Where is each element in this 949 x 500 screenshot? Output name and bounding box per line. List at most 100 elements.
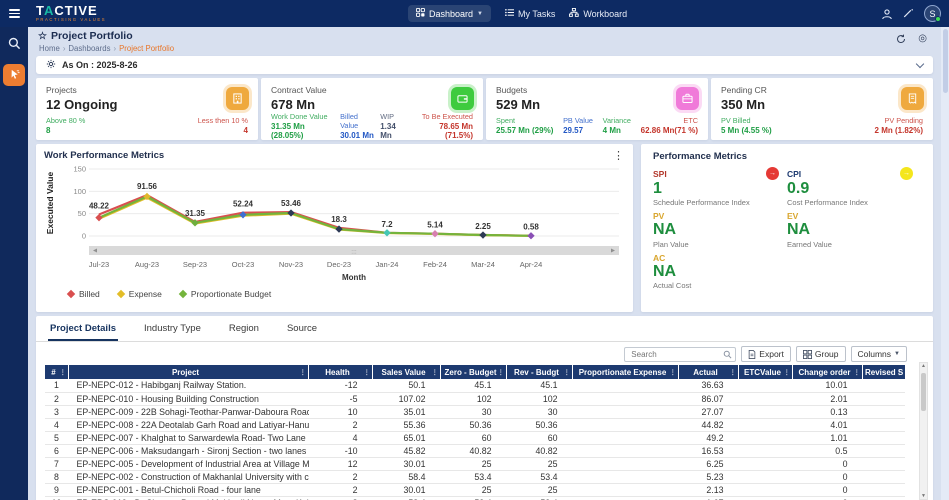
kpi-title: Projects (46, 85, 77, 95)
edit-icon[interactable] (903, 8, 914, 19)
search-icon[interactable] (723, 350, 732, 359)
kpi-row: Projects 12 Ongoing Above 80 % 8 Less then… (36, 78, 933, 140)
briefcase-icon (676, 87, 699, 110)
tab-industry-type[interactable]: Industry Type (142, 320, 203, 341)
svg-text:0: 0 (82, 232, 86, 241)
table-cell: 2 (44, 392, 69, 406)
avatar[interactable]: S (924, 5, 941, 22)
kpi-stat: Spent 25.57 Mn (29%) (496, 116, 554, 135)
table-row[interactable]: 6 EP-NEPC-006 - Maksudangarh - Sironj Sec… (44, 444, 905, 458)
column-header[interactable]: ETCValue ⋮ (738, 365, 793, 379)
nav-workboard[interactable]: Workboard (569, 7, 627, 19)
table-cell: 2 (308, 483, 373, 497)
table-row[interactable]: 10EP-EPC-019 - Dr Shyama Prasad Mukharji… (44, 496, 905, 500)
table-cell (572, 483, 679, 497)
table-row[interactable]: 5 EP-NEPC-007 - Khalghat to Sarwardewla R… (44, 431, 905, 445)
user-settings-icon[interactable] (881, 8, 893, 20)
menu-icon[interactable] (0, 0, 28, 27)
refresh-icon[interactable] (896, 34, 906, 46)
column-menu-icon[interactable]: ⋮ (432, 368, 439, 376)
column-header[interactable]: Rev - Budgt ⋮ (506, 365, 573, 379)
column-menu-icon[interactable]: ⋮ (896, 368, 903, 376)
table-scrollbar[interactable]: ▲ ▼ (919, 362, 928, 500)
kebab-menu-icon[interactable]: ⋮ (613, 149, 624, 162)
columns-button[interactable]: Columns ▼ (850, 346, 907, 362)
page-scrollbar[interactable] (941, 27, 949, 500)
search-input[interactable] (624, 346, 737, 362)
kpi-title: Budgets (496, 85, 528, 95)
table-row[interactable]: 2 EP-NEPC-010 - Housing Building Construc… (44, 392, 905, 406)
column-header[interactable]: Health ⋮ (308, 365, 373, 379)
crumb-dashboards[interactable]: Dashboards (68, 44, 110, 53)
legend-billed[interactable]: Billed (66, 289, 100, 299)
column-header[interactable]: Proportionate Expense ⋮ (572, 365, 679, 379)
column-menu-icon[interactable]: ⋮ (60, 368, 67, 376)
table-row[interactable]: 8 EP-NEPC-002 - Construction of Makhanlal… (44, 470, 905, 484)
table-cell (862, 444, 905, 458)
tab-region[interactable]: Region (227, 320, 261, 341)
kpi-value: 350 Mn (721, 97, 766, 112)
table-cell: EP-NEPC-012 - Habibganj Railway Station. (68, 379, 309, 393)
table-cell (738, 444, 793, 458)
svg-text:100: 100 (73, 187, 86, 196)
kpi-title: Contract Value (271, 85, 327, 95)
column-menu-icon[interactable]: ⋮ (364, 368, 371, 376)
page-scrollbar-thumb[interactable] (942, 29, 948, 93)
table-cell: 40.82 (506, 444, 573, 458)
column-menu-icon[interactable]: ⋮ (854, 368, 861, 376)
table-row[interactable]: 4 EP-NEPC-008 - 22A Deotalab Garh Road an… (44, 418, 905, 432)
table-cell (738, 379, 793, 393)
wallet-icon (451, 87, 474, 110)
column-header[interactable]: Zero - Budget ⋮ (440, 365, 507, 379)
quick-action-button[interactable] (3, 64, 25, 86)
kpi-stat: Work Done Value 31.35 Mn (28.05%) (271, 112, 328, 140)
tab-source[interactable]: Source (285, 320, 319, 341)
column-header[interactable]: # ⋮ (44, 365, 69, 379)
tab-project-details[interactable]: Project Details (48, 320, 118, 341)
as-on-filter-bar[interactable]: As On : 2025-8-26 (36, 56, 933, 74)
column-menu-icon[interactable]: ⋮ (564, 368, 571, 376)
search-icon[interactable] (8, 37, 21, 52)
favorite-star-icon[interactable]: ☆ (38, 31, 47, 42)
scroll-down-icon[interactable]: ▼ (921, 493, 926, 499)
table-row[interactable]: 3 EP-NEPC-009 - 22B Sohagi-Teothar-Panwar… (44, 405, 905, 419)
brand-logo[interactable]: TACTIVE PRACTISING VALUES (36, 4, 106, 22)
scroll-up-icon[interactable]: ▲ (921, 363, 926, 369)
column-header[interactable]: Revised S ⋮ (862, 365, 905, 379)
table-cell: 36.63 (678, 379, 739, 393)
nav-my-tasks[interactable]: My Tasks (505, 8, 555, 19)
scrollbar-thumb[interactable] (921, 373, 926, 411)
column-header[interactable]: Change order ⋮ (792, 365, 863, 379)
legend-expense[interactable]: Expense (116, 289, 162, 299)
performance-metrics-card: Performance Metrics SPI → 1 Schedule Perf… (641, 144, 933, 312)
table-cell: 25 (440, 457, 507, 471)
legend-proportionate-budget[interactable]: Proportionate Budget (178, 289, 271, 299)
column-menu-icon[interactable]: ⋮ (730, 368, 737, 376)
table-cell: -10 (308, 444, 373, 458)
target-icon[interactable]: ◎ (918, 34, 927, 46)
column-header[interactable]: Actual ⋮ (678, 365, 739, 379)
export-button[interactable]: Export (741, 346, 791, 362)
building-icon (226, 87, 249, 110)
column-menu-icon[interactable]: ⋮ (300, 368, 307, 376)
table-toolbar: Export Group Columns ▼ (36, 342, 933, 365)
table-cell (862, 379, 905, 393)
kpi-stat: To Be Executed 78.65 Mn (71.5%) (421, 112, 473, 140)
table-row[interactable]: 1 EP-NEPC-012 - Habibganj Railway Station… (44, 379, 905, 393)
kpi-title: Pending CR (721, 85, 767, 95)
metric-pv: PV NA Plan Value (653, 211, 689, 249)
column-menu-icon[interactable]: ⋮ (498, 368, 505, 376)
column-menu-icon[interactable]: ⋮ (784, 368, 791, 376)
group-button[interactable]: Group (795, 346, 846, 362)
column-menu-icon[interactable]: ⋮ (670, 368, 677, 376)
nav-dashboard[interactable]: Dashboard ▼ (408, 5, 491, 22)
column-header[interactable]: Sales Value ⋮ (372, 365, 441, 379)
svg-text:5.14: 5.14 (427, 221, 443, 230)
column-header[interactable]: Project ⋮ (68, 365, 309, 379)
kpi-card-contract-value: Contract Value 678 Mn Work Done Value 31.… (261, 78, 483, 140)
table-row[interactable]: 9 EP-NEPC-001 - Betul-Chicholi Road - fou… (44, 483, 905, 497)
top-navigation: Dashboard ▼ My Tasks Workboard (408, 0, 627, 27)
table-row[interactable]: 7 EP-NEPC-005 - Development of Industrial… (44, 457, 905, 471)
work-performance-chart[interactable]: 0 50 100 150 Executed Value 48.22 91.56 31.35 52… (44, 161, 624, 283)
crumb-home[interactable]: Home (39, 44, 60, 53)
